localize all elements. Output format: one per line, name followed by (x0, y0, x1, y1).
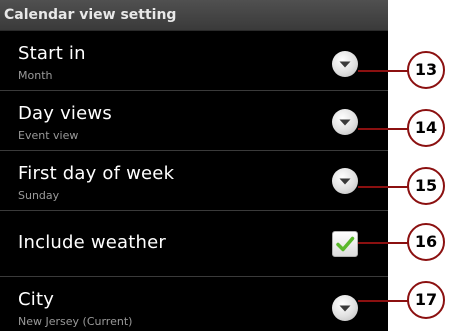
dropdown-icon[interactable] (332, 295, 358, 321)
callout-badge: 17 (407, 281, 445, 319)
setting-start-in[interactable]: Start in Month (0, 31, 388, 91)
callout-leader-line (358, 186, 412, 188)
setting-title: Start in (18, 43, 86, 64)
callout-badge: 16 (407, 223, 445, 261)
setting-include-weather[interactable]: Include weather (0, 211, 388, 277)
setting-title: City (18, 289, 55, 310)
dropdown-icon[interactable] (332, 51, 358, 77)
setting-title: Day views (18, 103, 112, 124)
callout-badge: 14 (407, 109, 445, 147)
dropdown-icon[interactable] (332, 168, 358, 194)
callout-leader-line (358, 242, 412, 244)
setting-title: Include weather (18, 232, 167, 253)
setting-value: Month (18, 69, 53, 82)
setting-day-views[interactable]: Day views Event view (0, 91, 388, 151)
settings-panel: Calendar view setting Start in Month Day… (0, 0, 388, 331)
callout-leader-line (358, 70, 412, 72)
setting-value: Event view (18, 129, 79, 142)
callout-leader-line (358, 128, 412, 130)
dropdown-icon[interactable] (332, 109, 358, 135)
checkbox-checked-icon[interactable] (332, 231, 358, 257)
setting-city[interactable]: City New Jersey (Current) (0, 277, 388, 331)
callout-leader-line (358, 300, 412, 302)
setting-first-day-of-week[interactable]: First day of week Sunday (0, 151, 388, 211)
callout-badge: 13 (407, 51, 445, 89)
section-header: Calendar view setting (0, 0, 388, 31)
setting-title: First day of week (18, 163, 175, 184)
setting-value: New Jersey (Current) (18, 315, 133, 328)
callout-badge: 15 (407, 167, 445, 205)
setting-value: Sunday (18, 189, 60, 202)
